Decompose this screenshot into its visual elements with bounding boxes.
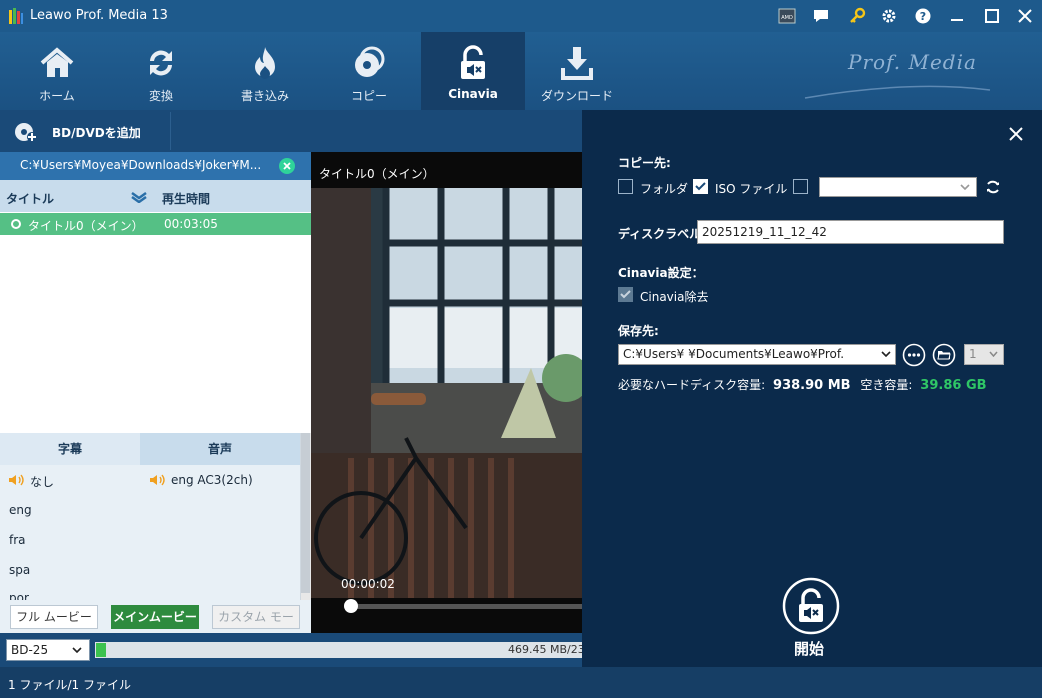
list-item[interactable]: なし [30, 473, 54, 490]
svg-text:AMD: AMD [781, 15, 793, 21]
scrollbar-thumb[interactable] [301, 433, 310, 593]
more-options-icon[interactable] [902, 343, 926, 367]
disc-label-label: ディスクラベル: [618, 227, 706, 241]
app-title: Leawo Prof. Media 13 [30, 8, 168, 23]
folder-label: フォルダ [640, 182, 689, 196]
refresh-icon[interactable] [984, 178, 1002, 196]
nav-label: コピー [350, 89, 387, 103]
nav-convert[interactable]: 変換 [109, 32, 213, 110]
source-path: C:¥Users¥Moyea¥Downloads¥Joker¥M... [20, 158, 260, 172]
disk-space-info: 必要なハードディスク容量: 938.90 MB 空き容量: 39.86 GB [618, 376, 987, 393]
capacity-text: 469.45 MB/23 [508, 643, 585, 656]
brand-swoosh-icon [804, 85, 991, 99]
full-movie-button[interactable]: フル ムービー [10, 605, 98, 629]
nav-download[interactable]: ダウンロード [525, 32, 629, 110]
close-window-icon[interactable] [1016, 7, 1034, 25]
save-to-label: 保存先: [618, 324, 659, 338]
nav-label: Cinavia [448, 87, 498, 101]
list-item[interactable]: eng AC3(2ch) [171, 473, 253, 487]
title-name: タイトル0（メイン） [28, 219, 144, 233]
free-space-label: 空き容量: [860, 378, 913, 392]
save-path-select[interactable]: C:¥Users¥ ¥Documents¥Leawo¥Prof. [618, 344, 896, 365]
toolbar-divider [170, 112, 171, 150]
title-list [0, 212, 311, 434]
copies-select[interactable]: 1 [964, 344, 1004, 365]
capacity-fill [96, 643, 106, 657]
nav-cinavia[interactable]: Cinavia [421, 32, 525, 110]
nav-label: 変換 [148, 89, 173, 103]
home-icon [40, 47, 74, 77]
brand-logo-text: Prof. Media [848, 50, 977, 74]
tab-subtitle[interactable]: 字幕 [0, 433, 140, 465]
chevron-down-icon [72, 647, 82, 653]
list-item[interactable]: fra [9, 533, 26, 547]
custom-mode-button[interactable]: カスタム モード [212, 605, 300, 646]
minimize-icon[interactable] [948, 7, 966, 25]
disc-label-input[interactable]: 20251219_11_12_42 [697, 220, 1004, 244]
message-icon[interactable] [812, 7, 830, 25]
status-bar [0, 667, 1042, 698]
speaker-icon [9, 474, 24, 486]
main-movie-button[interactable]: メインムービー [111, 605, 199, 629]
video-title: タイトル0（メイン） [319, 167, 435, 181]
folder-checkbox[interactable] [618, 179, 633, 194]
list-item[interactable]: eng [9, 503, 32, 517]
start-burn-icon[interactable] [782, 577, 840, 635]
close-icon[interactable] [1008, 126, 1024, 142]
nav-burn[interactable]: 書き込み [213, 32, 317, 110]
check-icon [695, 182, 706, 191]
speaker-icon [150, 474, 165, 486]
download-icon [561, 47, 593, 80]
seek-bar[interactable] [346, 604, 582, 609]
copy-to-label: コピー先: [618, 156, 671, 170]
status-text: 1 ファイル/1 ファイル [8, 678, 131, 692]
track-list: なし eng AC3(2ch) eng fra spa por [0, 465, 300, 600]
target-drive-select[interactable] [819, 177, 977, 197]
disc-checkbox[interactable] [793, 179, 808, 194]
title-radio[interactable] [11, 219, 21, 229]
chevron-down-icon [989, 351, 998, 357]
list-item[interactable]: por [9, 591, 29, 600]
burn-icon [255, 47, 275, 79]
start-button[interactable]: 開始 [794, 638, 824, 659]
amd-badge-icon[interactable]: AMD [778, 7, 796, 25]
nav-home[interactable]: ホーム [5, 32, 109, 110]
nav-label: 書き込み [240, 89, 289, 103]
maximize-icon[interactable] [983, 7, 1001, 25]
video-frame-image [311, 188, 582, 598]
nav-label: ダウンロード [540, 89, 613, 103]
column-duration: 再生時間 [162, 192, 211, 206]
free-space-value: 39.86 GB [920, 378, 987, 393]
add-disc-button[interactable]: BD/DVDを追加 [52, 124, 141, 141]
help-icon[interactable]: ? [914, 7, 932, 25]
cinavia-settings-label: Cinavia設定： [618, 266, 704, 280]
check-icon [620, 290, 631, 299]
required-space-label: 必要なハードディスク容量: [618, 378, 766, 392]
svg-text:?: ? [920, 10, 926, 23]
title-duration: 00:03:05 [164, 217, 218, 231]
chevron-down-icon [881, 351, 891, 357]
chevron-down-icon[interactable] [131, 191, 147, 203]
seek-handle[interactable] [344, 599, 358, 613]
column-title: タイトル [6, 192, 55, 206]
list-item[interactable]: spa [9, 563, 30, 577]
chevron-down-icon [960, 184, 970, 190]
nav-copy[interactable]: コピー [317, 32, 421, 110]
video-preview[interactable] [311, 188, 582, 598]
video-time: 00:00:02 [341, 577, 395, 591]
open-folder-icon[interactable] [932, 343, 956, 367]
tab-audio[interactable]: 音声 [140, 433, 300, 465]
app-logo-icon [9, 8, 23, 24]
cinavia-unlock-icon [461, 45, 485, 79]
key-icon[interactable] [848, 7, 866, 25]
remove-source-icon[interactable] [279, 158, 295, 174]
required-space-value: 938.90 MB [773, 378, 851, 393]
copy-disc-icon [355, 46, 385, 77]
convert-icon [150, 50, 172, 76]
gear-icon[interactable] [880, 7, 898, 25]
nav-label: ホーム [39, 89, 75, 103]
iso-label: ISO ファイル [715, 182, 788, 196]
cinavia-remove-label: Cinavia除去 [640, 290, 709, 304]
add-disc-icon[interactable] [14, 121, 38, 143]
